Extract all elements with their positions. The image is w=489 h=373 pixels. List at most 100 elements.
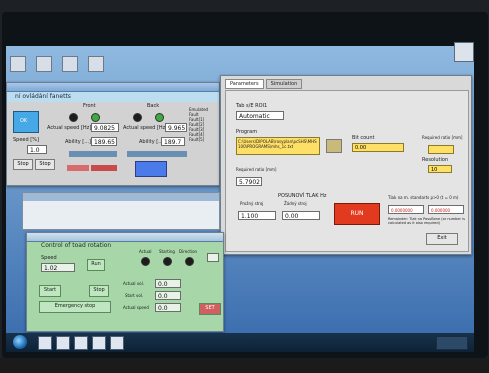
front-warn-indicator	[91, 165, 117, 171]
small-field[interactable]	[207, 253, 219, 262]
back-progress-bar	[127, 151, 187, 157]
desktop-shortcut-icon[interactable]	[454, 42, 474, 62]
actual-speed-label: Actual speed	[123, 305, 149, 310]
bit-count-label: Bit count	[352, 135, 375, 141]
speed-input[interactable]: 1.0	[27, 145, 47, 154]
speed-label: Speed [%]	[13, 137, 39, 143]
windows-taskbar	[6, 333, 474, 352]
labview-icon[interactable]	[92, 336, 106, 350]
front-actual-speed-field: 9.0825	[91, 123, 119, 132]
position-label: Tab s/E ROI1	[236, 103, 268, 109]
front-ability-field: 189.65	[91, 137, 117, 146]
toad-rotation-window: Control of toad rotation Speed 1.02 Run …	[26, 232, 224, 332]
run-button[interactable]: RUN	[334, 203, 380, 225]
computer-icon	[36, 56, 52, 72]
desktop-icon-1[interactable]	[10, 56, 26, 72]
speed-label: Speed	[41, 255, 57, 261]
front-fault-indicator	[67, 165, 89, 171]
main-tab-bar: Parameters Simulation	[225, 79, 303, 89]
tab-parameters[interactable]: Parameters	[225, 79, 264, 89]
remainder-note: Remainder: Tlak na PosuBone (or number i…	[388, 217, 465, 225]
system-tray[interactable]	[436, 336, 468, 350]
desktop-icon-2[interactable]	[36, 56, 52, 72]
desktop-icon-4[interactable]	[88, 56, 104, 72]
monitor-screen: ní ovládání fanetts OK Front Back Actual…	[2, 12, 488, 358]
exit-button[interactable]: Exit	[426, 233, 458, 245]
window-titlebar	[7, 83, 219, 92]
back-running-led	[155, 113, 164, 122]
back-label: Back	[147, 103, 160, 109]
front-progress-bar	[69, 151, 117, 157]
desktop-icon-3[interactable]	[62, 56, 78, 72]
starting-led	[163, 257, 172, 266]
back-actual-speed-field: 9.965	[165, 123, 187, 132]
stop-button-2[interactable]: Stop	[35, 159, 55, 170]
program-path-field[interactable]: C:\Users\DIPOLAB\rosyplan\pcSHS\MHS100\P…	[236, 137, 320, 155]
resolution-label: Resolution	[422, 157, 449, 163]
ok-button-label: OK	[20, 118, 28, 124]
status-label-starting: Starting	[159, 249, 175, 254]
front-running-led	[91, 113, 100, 122]
parameters-window: Parameters Simulation Tab s/E ROI1 Autom…	[220, 75, 472, 255]
browser-icon[interactable]	[56, 336, 70, 350]
browse-folder-button[interactable]	[326, 139, 342, 153]
resolution-field[interactable]: 10	[428, 165, 452, 173]
window-heading: ní ovládání fanetts	[7, 92, 219, 102]
back-start-button[interactable]	[135, 161, 167, 177]
parameters-panel: Tab s/E ROI1 Automatic Program C:\Users\…	[225, 90, 469, 252]
result-title: Tlak na m. standarts p>0 (t = 0 m)	[388, 195, 459, 200]
ability-label: Ability [...]	[65, 139, 91, 145]
back-status-led	[133, 113, 142, 122]
ok-button[interactable]: OK	[13, 111, 39, 133]
program-label: Program	[236, 129, 258, 135]
explorer-icon[interactable]	[38, 336, 52, 350]
actual-vol-field: 0.0	[155, 279, 181, 288]
actual-vol-label: Actual vol.	[123, 281, 144, 286]
result-value-2: 0.000000	[428, 205, 464, 214]
actual-speed-label-2: Actual speed [Hz]	[123, 125, 168, 131]
bit-count-field[interactable]: 0.00	[352, 143, 404, 152]
desktop-icon-row	[10, 56, 104, 72]
actual-speed-field: 0.0	[155, 303, 181, 312]
computer-icon	[88, 56, 104, 72]
required-ratio-label-2: Required ratio [mm]	[236, 167, 277, 172]
actual-speed-label: Actual speed [Hz]	[47, 125, 92, 131]
start-button[interactable]: Start	[39, 285, 61, 297]
start-button[interactable]	[13, 335, 27, 349]
position-dropdown[interactable]: Automatic	[236, 111, 284, 120]
status-legend: Emulated Fault Fault[1] Fault[2] Fault[3…	[189, 107, 215, 181]
section-label: POSUNOVÍ TLAK Hz	[278, 193, 327, 199]
legend-item: Fault[5]	[189, 137, 205, 142]
start-vol-field: 0.0	[155, 291, 181, 300]
background-window-titlebar	[23, 193, 219, 201]
machine-value-1[interactable]: 1.100	[238, 211, 276, 220]
actual-led	[141, 257, 150, 266]
computer-icon	[62, 56, 78, 72]
ratio-value-field: 5.7902	[236, 177, 262, 186]
result-value-1: 0.0000000	[388, 205, 424, 214]
machine-label-1: Prožný stroj	[240, 201, 264, 206]
folder-icon[interactable]	[74, 336, 88, 350]
front-status-led	[69, 113, 78, 122]
set-button[interactable]: SET	[199, 303, 221, 315]
required-ratio-field[interactable]	[428, 145, 454, 154]
app-icon[interactable]	[110, 336, 124, 350]
front-label: Front	[83, 103, 96, 109]
fan-control-window: ní ovládání fanetts OK Front Back Actual…	[6, 82, 220, 186]
machine-label-2: Žádný stroj	[284, 201, 307, 206]
speed-field[interactable]: 1.02	[41, 263, 75, 272]
required-ratio-label: Required ratio [mm]	[422, 135, 463, 140]
run-button[interactable]: Run	[87, 259, 105, 271]
tab-simulation[interactable]: Simulation	[265, 79, 303, 89]
emergency-stop-button[interactable]: Emergency stop	[39, 301, 111, 313]
stop-button[interactable]: Stop	[89, 285, 109, 297]
computer-icon	[10, 56, 26, 72]
machine-value-2[interactable]: 0.00	[282, 211, 320, 220]
back-ability-field: 189.7	[161, 137, 185, 146]
start-vol-label: Start vol.	[125, 293, 144, 298]
status-label-direction: Direction	[179, 249, 198, 254]
direction-led	[185, 257, 194, 266]
status-label-actual: Actual	[139, 249, 152, 254]
background-window	[22, 192, 220, 230]
stop-button[interactable]: Stop	[13, 159, 33, 170]
